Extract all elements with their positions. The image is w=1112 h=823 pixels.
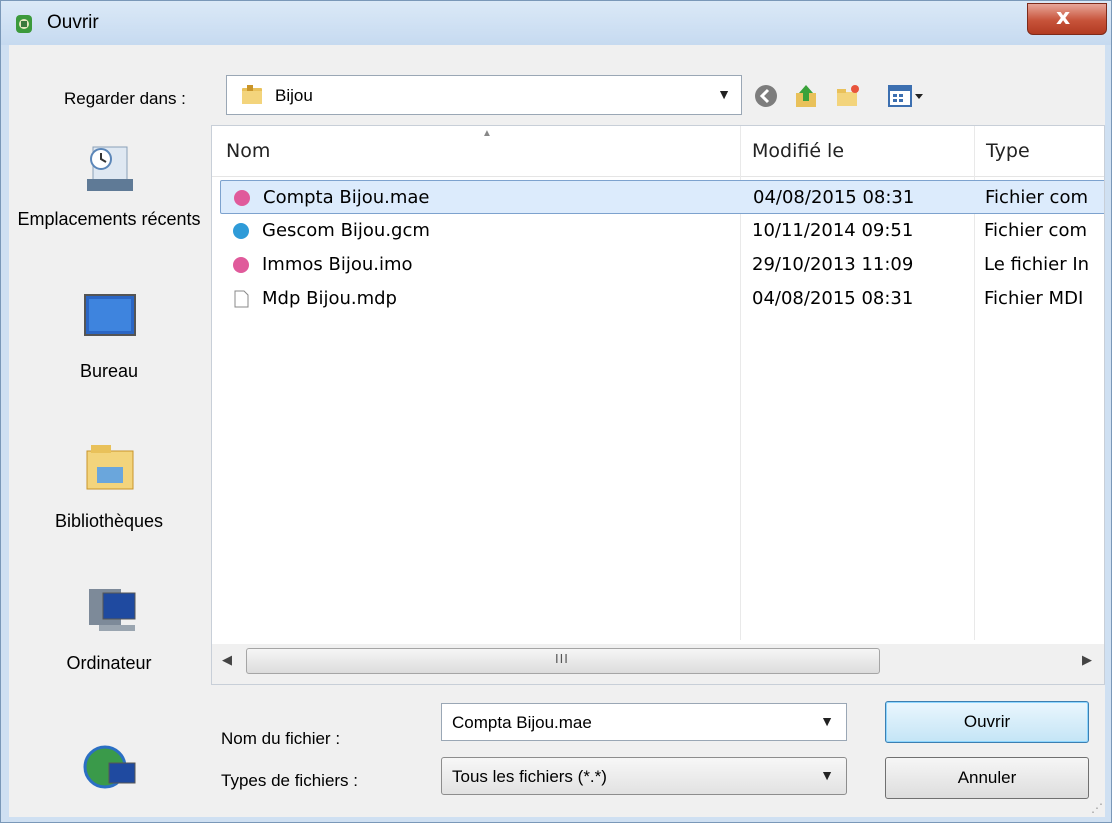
look-in-dropdown[interactable]: Bijou ▼	[226, 75, 742, 115]
file-row[interactable]: Mdp Bijou.mdp 04/08/2015 08:31 Fichier M…	[220, 282, 1104, 316]
place-libraries[interactable]: Bibliothèques	[9, 425, 209, 555]
file-name: Gescom Bijou.gcm	[262, 220, 430, 241]
open-button[interactable]: Ouvrir	[885, 701, 1089, 743]
scroll-left-icon[interactable]: ◀	[222, 652, 232, 668]
file-row[interactable]: Immos Bijou.imo 29/10/2013 11:09 Le fich…	[220, 248, 1104, 282]
scroll-grip: III	[555, 651, 569, 666]
document-icon	[234, 290, 249, 308]
file-type: Le fichier In	[984, 254, 1090, 275]
close-icon: x	[1056, 5, 1071, 30]
view-menu-icon[interactable]	[887, 83, 927, 109]
gcm-file-icon	[233, 223, 249, 239]
file-row[interactable]: Compta Bijou.mae 04/08/2015 08:31 Fichie…	[220, 180, 1104, 214]
place-label: Bibliothèques	[54, 511, 164, 531]
resize-grip-icon[interactable]: ⋰	[1091, 801, 1103, 815]
filetype-dropdown[interactable]: Tous les fichiers (*.*) ▼	[441, 757, 847, 795]
app-icon	[16, 15, 32, 33]
cancel-button[interactable]: Annuler	[885, 757, 1089, 799]
file-name: Immos Bijou.imo	[262, 254, 413, 275]
up-folder-icon[interactable]	[793, 83, 819, 109]
scroll-right-icon[interactable]: ▶	[1082, 652, 1092, 668]
file-type: Fichier com	[985, 187, 1088, 208]
new-folder-icon[interactable]	[835, 83, 861, 109]
column-header-modified[interactable]: Modifié le	[752, 140, 844, 162]
file-modified: 04/08/2015 08:31	[752, 288, 914, 309]
file-list-header: ▲ Nom Modifié le Type	[212, 126, 1104, 177]
place-computer[interactable]: Ordinateur	[9, 575, 209, 705]
look-in-value: Bijou	[275, 86, 313, 105]
file-type: Fichier MDI	[984, 288, 1084, 309]
mae-file-icon	[234, 190, 250, 206]
network-icon	[83, 745, 136, 789]
close-button[interactable]: x	[1027, 3, 1107, 35]
file-row[interactable]: Gescom Bijou.gcm 10/11/2014 09:51 Fichie…	[220, 214, 1104, 248]
place-label: Emplacements récents	[17, 209, 201, 229]
column-header-name[interactable]: Nom	[226, 140, 270, 162]
file-type: Fichier com	[984, 220, 1087, 241]
filename-label: Nom du fichier :	[221, 729, 341, 748]
scrollbar-thumb[interactable]: III	[246, 648, 880, 674]
computer-icon	[89, 589, 136, 631]
column-header-type[interactable]: Type	[986, 140, 1030, 162]
window-title: Ouvrir	[47, 12, 99, 33]
chevron-down-icon[interactable]: ▼	[717, 86, 731, 102]
file-modified: 04/08/2015 08:31	[753, 187, 915, 208]
sort-ascending-icon: ▲	[482, 128, 492, 139]
folder-icon	[242, 85, 262, 104]
libraries-icon	[86, 445, 134, 490]
place-label: Bureau	[79, 361, 139, 381]
file-name: Compta Bijou.mae	[263, 187, 430, 208]
look-in-label: Regarder dans :	[64, 89, 186, 108]
back-icon[interactable]	[753, 83, 779, 109]
open-dialog-window: Ouvrir x Regarder dans : Bijou ▼ Emplace…	[0, 0, 1112, 823]
place-desktop[interactable]: Bureau	[9, 275, 209, 405]
file-name: Mdp Bijou.mdp	[262, 288, 397, 309]
dialog-content: Regarder dans : Bijou ▼ Emplacements réc…	[9, 45, 1105, 817]
place-recent[interactable]: Emplacements récents	[9, 125, 209, 265]
desktop-icon	[84, 294, 136, 336]
title-bar[interactable]: Ouvrir x	[1, 1, 1111, 45]
filename-value: Compta Bijou.mae	[452, 713, 592, 732]
filename-input[interactable]: Compta Bijou.mae ▼	[441, 703, 847, 741]
horizontal-scrollbar[interactable]: ◀ III ▶	[212, 644, 1104, 684]
filetype-value: Tous les fichiers (*.*)	[452, 767, 607, 786]
file-modified: 10/11/2014 09:51	[752, 220, 914, 241]
filetype-label: Types de fichiers :	[221, 771, 359, 790]
place-label: Ordinateur	[66, 653, 152, 673]
places-bar: Emplacements récents Bureau Bibliothèque…	[9, 125, 209, 815]
chevron-down-icon[interactable]: ▼	[820, 713, 834, 729]
chevron-down-icon[interactable]: ▼	[820, 767, 834, 783]
file-modified: 29/10/2013 11:09	[752, 254, 914, 275]
imo-file-icon	[233, 257, 249, 273]
place-network[interactable]	[9, 725, 209, 815]
recent-places-icon	[87, 146, 133, 191]
file-list[interactable]: ▲ Nom Modifié le Type Compta Bijou.mae 0…	[211, 125, 1105, 685]
